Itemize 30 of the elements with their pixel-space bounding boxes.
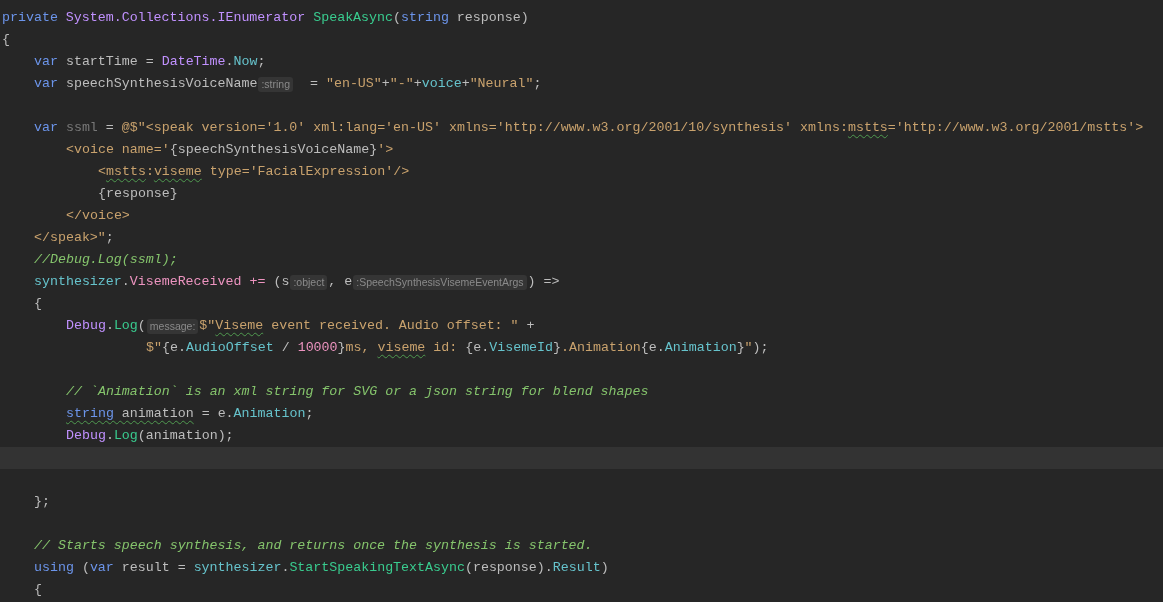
- code-line: // `Animation` is an xml string for SVG or a json string for blend shapes: [66, 383, 649, 401]
- code-line: $"{e.AudioOffset / 10000}ms, viseme id: {e.VisemeId}.Animation{e.Animation}");: [146, 339, 769, 357]
- code-text: var speechSynthesisVoiceName: [34, 75, 258, 93]
- code-line: </voice>: [66, 207, 130, 225]
- code-text: = "en-US"+"-"+voice+"Neural";: [309, 75, 542, 93]
- code-text: ) =>: [527, 273, 560, 291]
- code-line: var ssml = @$"<speak version='1.0' xml:lang='en-US' xmlns='http://www.w3.org/2001/10/synthesis' xmlns:mstts='http://www.w3.org/2001/mstts'>: [34, 119, 1144, 137]
- inlay-hint: message:: [146, 318, 199, 334]
- inlay-hint: :SpeechSynthesisVisemeEventArgs: [353, 274, 527, 290]
- code-text: Debug.Log(: [66, 317, 146, 335]
- code-line: {: [34, 581, 42, 599]
- code-line: <voice name='{speechSynthesisVoiceName}'>: [66, 141, 394, 159]
- code-line: {: [2, 31, 10, 49]
- code-line: Debug.Log(animation);: [66, 427, 234, 445]
- code-text: , e: [328, 273, 353, 291]
- code-line: // Starts speech synthesis, and returns once the synthesis is started.: [34, 537, 593, 555]
- code-line: <mstts:viseme type='FacialExpression'/>: [98, 163, 410, 181]
- inlay-hint: :string: [258, 76, 294, 92]
- code-text: $"Viseme event received. Audio offset: " +: [199, 317, 535, 335]
- code-line: var startTime = DateTime.Now;: [34, 53, 266, 71]
- code-line: };: [34, 493, 50, 511]
- code-line: string animation = e.Animation;: [66, 405, 314, 423]
- code-line: //Debug.Log(ssml);: [34, 251, 178, 269]
- code-line: private System.Collections.IEnumerator SpeakAsync(string response): [2, 9, 529, 27]
- code-text: synthesizer.VisemeReceived += (s: [34, 273, 290, 291]
- code-line: using (var result = synthesizer.StartSpeakingTextAsync(response).Result): [34, 559, 609, 577]
- code-line: {: [34, 295, 42, 313]
- inlay-hint: :object: [290, 274, 328, 290]
- code-line: {response}: [98, 185, 178, 203]
- code-line: </speak>";: [34, 229, 114, 247]
